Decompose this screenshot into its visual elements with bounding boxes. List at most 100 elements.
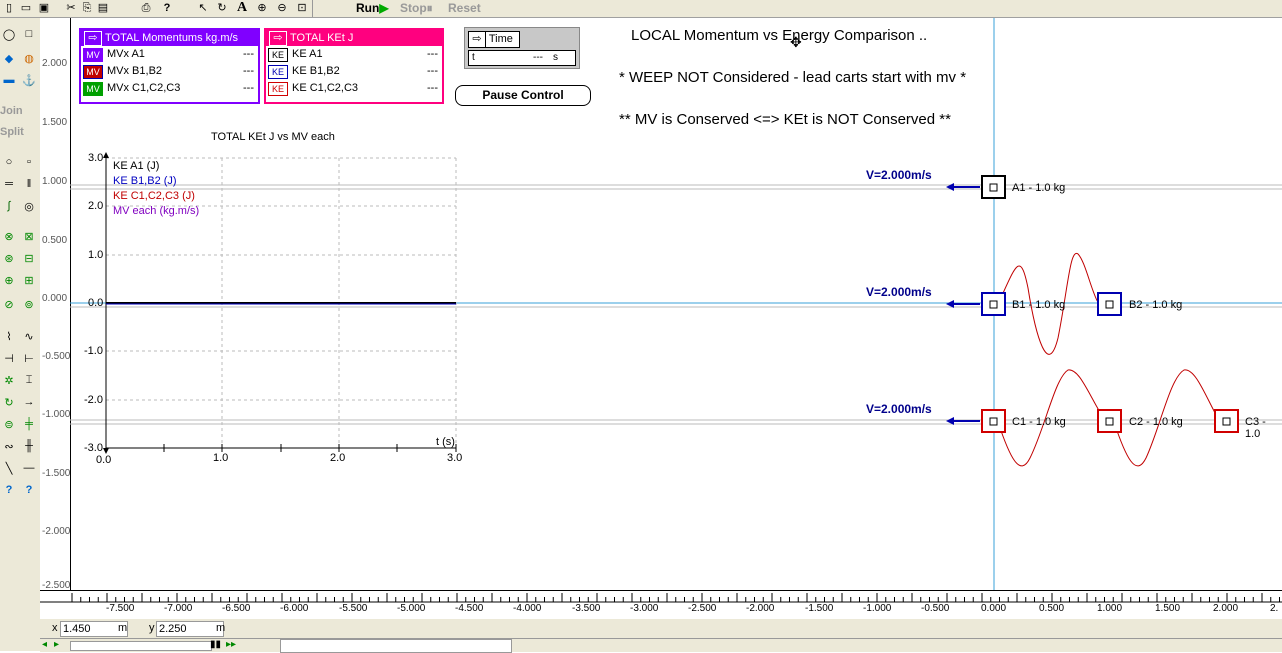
rotate-icon[interactable]: ↻ <box>214 1 230 15</box>
step-back-icon[interactable]: ◂ <box>42 639 47 650</box>
momentum-meter[interactable]: ⇨ TOTAL Momentums kg.m/s MV MVx A1 --- M… <box>79 28 260 104</box>
wave-spring-icon[interactable]: ∿ <box>20 330 38 343</box>
kinetic-energy-meter[interactable]: ⇨ TOTAL KEt J KE KE A1 --- KE KE B1,B2 -… <box>264 28 444 104</box>
note-line-3: ** MV is Conserved <=> KEt is NOT Conser… <box>619 111 951 128</box>
frame-slider-bar[interactable]: ◂ ▸ ▮▮ ▸▸ <box>40 638 1282 653</box>
rotary-joint-icon[interactable]: ⊚ <box>20 298 38 311</box>
momentum-row-name: MVx A1 <box>107 48 145 60</box>
cart-label-a1: A1 - 1.0 kg <box>1012 182 1066 194</box>
rope-curve-icon[interactable]: ∾ <box>0 440 18 453</box>
time-unit: s <box>553 52 558 63</box>
hruler-label: -6.000 <box>280 603 309 614</box>
slot-joint-icon[interactable]: ⊞ <box>20 274 38 287</box>
arrow-force-icon[interactable]: → <box>20 396 38 408</box>
hruler-label: -3.500 <box>572 603 601 614</box>
stop-label: Stop <box>400 1 427 15</box>
motor-icon[interactable]: ⊛ <box>0 252 18 265</box>
query-mark-icon[interactable]: ? <box>20 484 38 496</box>
square-tool-icon[interactable]: □ <box>20 28 38 40</box>
coordinate-bar: x 1.450 m y 2.250 m <box>40 619 1282 638</box>
gear-joint-icon[interactable]: ⊘ <box>0 298 18 311</box>
square-point-tool-icon[interactable]: ▫ <box>20 156 38 168</box>
y-tick-label: -1.0 <box>84 345 103 357</box>
rigid-joint-icon[interactable]: ⊠ <box>20 230 38 243</box>
join-button[interactable]: Join <box>0 105 23 117</box>
frame-end-icon[interactable]: ▮▮ <box>210 639 221 650</box>
copy-icon[interactable]: ⎘ <box>80 1 94 15</box>
y-tick-label: 3.0 <box>88 152 104 164</box>
linear-spring-icon[interactable]: ╪ <box>20 418 38 430</box>
rectangle-tool-icon[interactable]: ▬ <box>0 74 18 86</box>
pulley-icon[interactable]: ⊜ <box>0 418 18 431</box>
vruler-label: -1.000 <box>42 409 71 420</box>
vruler-label: -0.500 <box>42 351 71 362</box>
cut-icon[interactable]: ✂ <box>64 1 78 15</box>
pause-icon: ⏸ <box>426 1 433 15</box>
pause-control-button[interactable]: Pause Control <box>455 85 591 106</box>
y-coord-field[interactable]: 2.250 <box>156 621 224 637</box>
zoom-in-icon[interactable]: ⊕ <box>254 1 270 15</box>
force-icon[interactable]: ↻ <box>0 396 18 409</box>
horizontal-ruler: -7.500 -7.000 -6.500 -6.000 -5.500 -5.00… <box>40 590 1282 619</box>
spring-icon[interactable]: ⌇ <box>0 330 18 343</box>
hruler-label: -7.000 <box>164 603 193 614</box>
time-value-field: t --- s <box>468 50 576 66</box>
reset-button[interactable]: Reset <box>448 0 481 16</box>
rope-icon[interactable]: ⊢ <box>20 352 38 365</box>
velocity-label-c: V=2.000m/s <box>866 402 932 416</box>
help-icon[interactable]: ? <box>160 1 174 15</box>
momentum-row-a1: MV MVx A1 --- <box>81 46 258 63</box>
point-tool-icon[interactable]: ○ <box>0 156 18 168</box>
simulation-canvas[interactable]: ⇨ TOTAL Momentums kg.m/s MV MVx A1 --- M… <box>70 18 1282 590</box>
vruler-label: 0.000 <box>42 293 68 304</box>
curved-slot-icon[interactable]: ∫ <box>0 200 18 212</box>
cart-c2 <box>1097 409 1122 433</box>
anchor-tool-icon[interactable]: ⚓ <box>20 74 38 87</box>
y-tick-label: 1.0 <box>88 249 104 261</box>
open-folder-icon[interactable]: ▭ <box>18 1 34 15</box>
closed-slot-icon[interactable]: ◎ <box>20 200 38 213</box>
pin-joint-icon[interactable]: ⊗ <box>0 230 18 243</box>
fast-forward-icon[interactable]: ▸▸ <box>226 639 236 650</box>
hline-tool-icon[interactable]: — <box>20 462 38 474</box>
slot-horizontal-icon[interactable]: ═ <box>0 178 18 190</box>
pointer-icon[interactable]: ↖ <box>196 1 210 15</box>
paste-icon[interactable]: ▤ <box>96 1 110 15</box>
damper-icon[interactable]: ⊣ <box>0 352 18 365</box>
circle-tool-icon[interactable]: ◯ <box>0 28 18 41</box>
zoom-out-icon[interactable]: ⊖ <box>274 1 290 15</box>
zoom-fit-icon[interactable]: ⊡ <box>294 1 310 15</box>
x-unit-label: m <box>118 622 128 634</box>
graph-plot <box>103 152 457 454</box>
keyed-slot-icon[interactable]: ⊕ <box>0 274 18 287</box>
x-axis-label: t (s) <box>436 436 455 448</box>
new-file-icon[interactable]: ▯ <box>2 1 16 15</box>
print-icon[interactable]: ⎙ <box>138 1 154 15</box>
frame-slider-track[interactable] <box>70 641 212 651</box>
hruler-label: -1.500 <box>805 603 834 614</box>
split-button[interactable]: Split <box>0 126 24 138</box>
time-meter[interactable]: ⇨ Time t --- s <box>464 27 580 69</box>
separator-icon[interactable]: ⌶ <box>20 374 38 387</box>
query-icon[interactable]: ? <box>0 484 18 496</box>
play-forward-icon[interactable]: ▸ <box>54 639 59 650</box>
save-icon[interactable]: ▣ <box>36 1 52 15</box>
cart-label-c3: C3 - 1.0 <box>1245 416 1266 440</box>
curved-body-tool-icon[interactable]: ◍ <box>20 52 38 65</box>
hruler-label: -2.000 <box>746 603 775 614</box>
y-tick-label: 0.0 <box>88 297 104 309</box>
stop-button[interactable]: Stop⏸ <box>400 0 433 16</box>
ke-tag: KE <box>268 48 288 62</box>
polygon-tool-icon[interactable]: ◆ <box>0 52 18 65</box>
torsion-spring-icon[interactable]: ✲ <box>0 374 18 387</box>
toolbar-separator <box>312 0 313 17</box>
arrow-right-icon: ⇨ <box>84 31 102 46</box>
constraint-icon[interactable]: ╫ <box>20 440 38 452</box>
actuator-icon[interactable]: ⊟ <box>20 252 38 265</box>
line-tool-icon[interactable]: ╲ <box>0 462 18 475</box>
hruler-label: 2. <box>1270 603 1279 614</box>
hruler-label: 0.500 <box>1039 603 1065 614</box>
text-tool-icon[interactable]: A <box>234 1 250 15</box>
slot-vertical-icon[interactable]: ‖ <box>20 178 38 190</box>
run-button[interactable]: Run▶ <box>356 0 389 16</box>
